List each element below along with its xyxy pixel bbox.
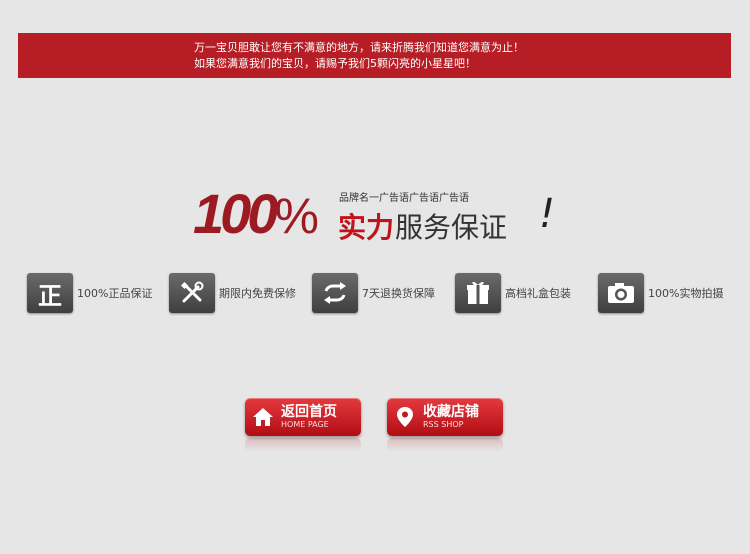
notice-line-1: 万一宝贝胆敢让您有不满意的地方，请来折腾我们知道您满意为止！ — [194, 40, 524, 54]
feature-item: 高档礼盒包装 — [455, 272, 571, 314]
feature-label: 100%正品保证 — [77, 287, 153, 300]
feature-item: 100%实物拍摄 — [598, 272, 723, 314]
headline-exclamation: ! — [539, 191, 556, 237]
location-pin-icon — [387, 406, 423, 428]
percent-sign: % — [274, 188, 319, 244]
feature-label: 期限内免费保修 — [219, 287, 296, 300]
feature-label: 7天退换货保障 — [362, 287, 435, 300]
brand-slogan: 品牌名一广告语广告语广告语 — [339, 193, 469, 204]
zheng-icon: 正 — [27, 273, 73, 313]
feature-item: 正 100%正品保证 — [27, 272, 152, 314]
home-icon — [245, 407, 281, 427]
feature-list: 正 100%正品保证 期限内免费保修 7天退换货保障 高档礼盒包装 100%实物… — [27, 272, 727, 314]
favorite-button-sublabel: RSS SHOP — [423, 420, 464, 429]
favorite-button-label: 收藏店铺 — [423, 404, 479, 420]
home-button-label: 返回首页 — [281, 404, 337, 420]
home-button-reflection — [245, 438, 361, 452]
feature-label: 高档礼盒包装 — [505, 287, 571, 300]
favorite-shop-button[interactable]: 收藏店铺 RSS SHOP — [387, 398, 503, 436]
gift-icon — [455, 273, 501, 313]
feature-item: 7天退换货保障 — [312, 272, 435, 314]
headline-strong: 实力 — [338, 211, 395, 244]
headline-rest: 服务保证 — [395, 211, 508, 244]
favorite-button-reflection — [387, 438, 503, 452]
home-button-sublabel: HOME PAGE — [281, 420, 329, 429]
refresh-icon — [312, 273, 358, 313]
feature-item: 期限内免费保修 — [169, 272, 296, 314]
tools-icon — [169, 273, 215, 313]
percent-number: 100% — [193, 182, 319, 245]
feature-label: 100%实物拍摄 — [648, 287, 724, 300]
notice-banner: 万一宝贝胆敢让您有不满意的地方，请来折腾我们知道您满意为止！ 如果您满意我们的宝… — [18, 33, 731, 78]
guarantee-headline: 100% 品牌名一广告语广告语广告语 实力 服务保证 ! — [193, 182, 573, 253]
home-page-button[interactable]: 返回首页 HOME PAGE — [245, 398, 361, 436]
camera-icon — [598, 273, 644, 313]
notice-line-2: 如果您满意我们的宝贝，请赐予我们5颗闪亮的小星星吧！ — [194, 56, 476, 70]
